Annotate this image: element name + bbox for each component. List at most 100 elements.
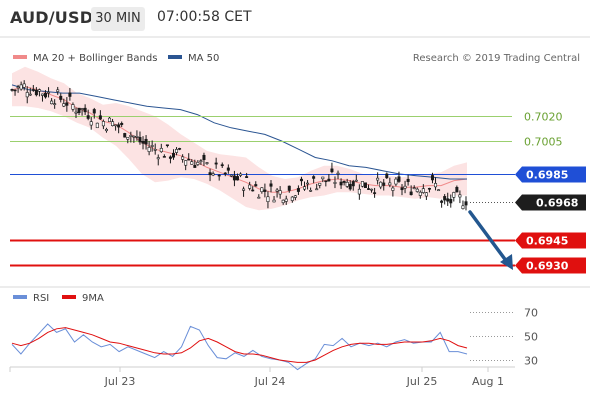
candle-body [80,108,84,110]
rsi-line [11,323,468,371]
candle-body [373,192,377,194]
candle-body [162,156,166,158]
candle-body [28,93,32,96]
candle-body [415,188,419,192]
candle-body [232,175,236,181]
candle-body [208,172,212,176]
x-tick-label: Jul 23 [104,375,136,388]
candle-body [394,178,398,185]
candle-body [461,205,465,209]
current-price-label: 0.6968 [536,197,578,210]
candle-body [440,200,444,203]
bollinger-legend-label: MA 20 + Bollinger Bands [33,53,157,64]
candle-body [427,187,431,190]
candle-body [199,160,203,162]
candle-body [31,89,35,91]
candle-body [65,102,69,106]
candle-body [165,144,169,147]
rsi-tick-label: 50 [524,331,538,344]
candle-body [391,187,395,191]
candle-body [104,129,108,132]
candle-body [184,160,188,166]
candle-body [74,111,78,114]
candle-body [254,184,258,187]
candle-body [342,180,346,183]
candle-body [129,135,133,137]
candle-body [83,107,87,113]
candle-body [363,182,367,189]
candle-body [25,92,29,98]
candle-body [370,188,374,191]
candle-body [348,184,352,190]
candle-body [135,136,139,138]
rsi-legend-label: RSI [33,293,49,304]
candle-body [98,115,102,120]
candle-body [37,89,41,92]
candle-body [34,89,38,96]
candle-body [147,147,151,152]
candle-body [293,195,297,198]
candle-body [126,136,130,140]
candle-body [56,89,60,92]
candle-body [159,147,163,153]
forecast-arrow-shaft [468,210,509,264]
candle-body [211,173,215,176]
candle-body [175,149,179,153]
candle-body [257,196,261,199]
candle-body [40,93,44,96]
ma50-legend-label: MA 50 [188,53,219,64]
candle-body [193,165,197,168]
candle-body [111,121,115,127]
candle-body [449,198,453,204]
candle-body [190,161,194,165]
candle-body [339,181,343,186]
bollinger-band-area [12,66,467,211]
candle-body [376,177,380,181]
candle-body [178,148,182,150]
candle-body [290,196,294,201]
candle-body [281,199,285,204]
candle-body [388,182,392,186]
candle-body [318,182,322,186]
candle-body [418,191,422,196]
candle-body [464,201,468,206]
candle-body [47,91,51,94]
candle-body [315,188,319,191]
candle-body [412,187,416,190]
candle-body [452,192,456,198]
candle-body [424,192,428,197]
candle-body [235,176,239,181]
candle-body [181,156,185,160]
candle-body [101,121,105,127]
candle-body [71,104,75,110]
candle-body [92,109,96,114]
candle-body [430,175,434,181]
candle-body [366,188,370,190]
candle-body [68,92,72,97]
candle-body [50,100,54,105]
candle-body [242,188,246,191]
candle-body [443,196,447,201]
candle-body [330,168,334,173]
x-tick-label: Jul 24 [254,375,286,388]
support-label: 0.6945 [526,235,568,248]
candle-body [220,164,224,167]
rsi-ma-legend-label: 9MA [82,293,104,304]
support-label: 0.6930 [526,260,569,273]
candle-body [403,185,407,189]
candle-body [382,182,386,186]
candle-body [53,103,57,105]
candle-body [263,189,267,192]
candle-body [324,180,328,183]
candle-body [309,190,313,192]
candle-body [141,141,145,144]
candle-body [455,186,459,193]
candle-body [446,198,450,202]
candle-body [333,182,337,184]
candle-body [357,188,361,195]
x-tick-label: Aug 1 [472,375,504,388]
candle-body [117,124,121,128]
candle-body [458,194,462,198]
candle-body [272,199,276,203]
candle-body [260,187,264,193]
